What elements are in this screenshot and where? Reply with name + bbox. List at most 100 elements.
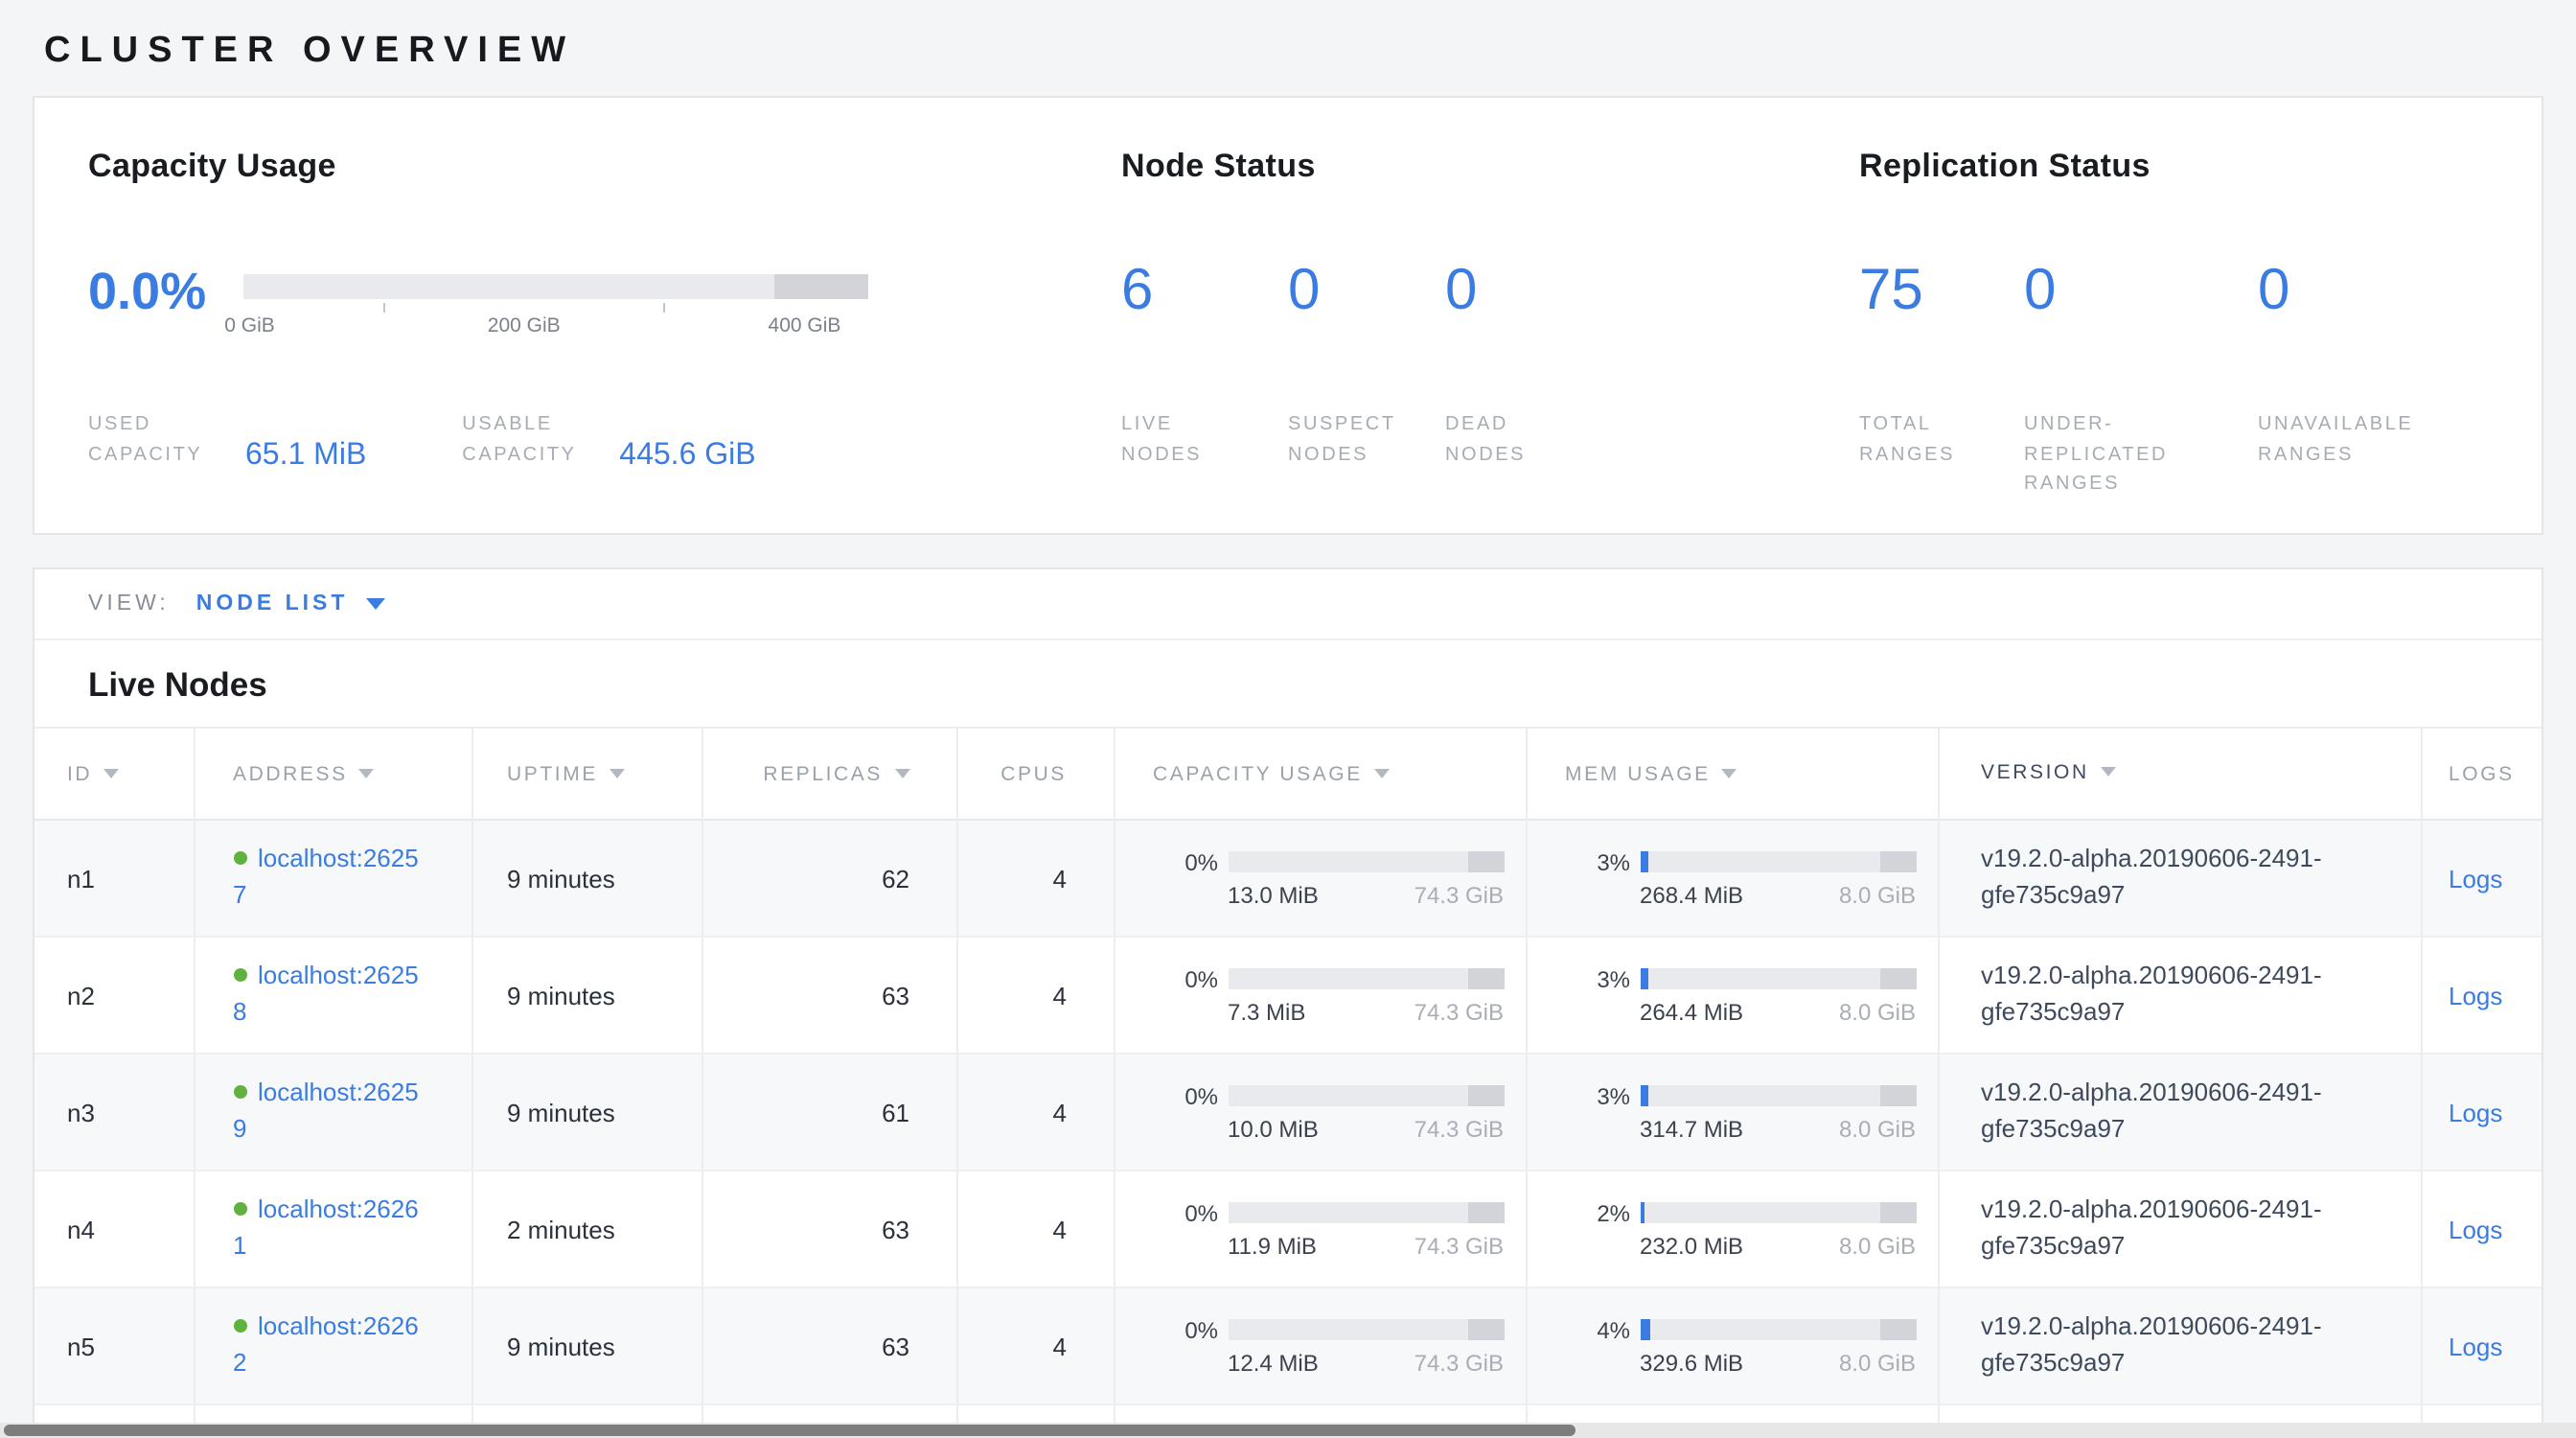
node-logs-cell: Logs <box>2421 1171 2542 1287</box>
node-cpus-cell: 4 <box>956 1054 1114 1171</box>
memory-percent-label: 3% <box>1565 1082 1630 1109</box>
capacity-meter-reserved <box>1468 1085 1504 1106</box>
replication-status-section: Replication Status 75 TOTAL RANGES 0 UND… <box>1859 148 2488 533</box>
capacity-percent-label: 0% <box>1153 1199 1218 1226</box>
table-row: n3 localhost:26259 9 minutes 61 4 0% 10.… <box>34 1054 2542 1171</box>
usable-capacity-value: 445.6 GiB <box>619 439 755 474</box>
stat-dead-nodes: 0 DEAD NODES <box>1445 263 1637 470</box>
view-selector-dropdown[interactable]: NODE LIST <box>196 592 385 615</box>
node-capacity-usage-cell: 0% 13.0 MiB 74.3 GiB <box>1114 820 1526 937</box>
node-address-link[interactable]: localhost:26262 <box>233 1311 419 1377</box>
capacity-percent: 0.0% <box>88 263 243 320</box>
memory-meter-fill <box>1640 1085 1648 1106</box>
stat-suspect-nodes: 0 SUSPECT NODES <box>1288 263 1445 470</box>
logs-link[interactable]: Logs <box>2449 1098 2502 1126</box>
memory-max-value: 8.0 GiB <box>1839 1115 1916 1142</box>
capacity-meter: 0% <box>1153 965 1523 992</box>
view-label: VIEW: <box>88 592 170 615</box>
usable-capacity-detail: USABLE CAPACITY 445.6 GiB <box>462 410 755 470</box>
memory-meter-bar <box>1640 968 1916 989</box>
memory-meter-reserved <box>1880 1202 1916 1223</box>
memory-meter-bar <box>1640 851 1916 872</box>
memory-meter-fill <box>1640 968 1648 989</box>
column-header-logs: LOGS <box>2421 728 2542 820</box>
column-header-replicas[interactable]: REPLICAS <box>702 728 956 820</box>
nodes-card: VIEW: NODE LIST Live Nodes IDADDRESSUPTI… <box>33 568 2543 1429</box>
node-address-cell: localhost:26257 <box>194 820 472 937</box>
stat-label: LIVE NODES <box>1121 410 1236 470</box>
logs-link[interactable]: Logs <box>2449 864 2502 893</box>
capacity-percent-label: 0% <box>1153 965 1218 992</box>
memory-percent-label: 2% <box>1565 1199 1630 1226</box>
sort-descending-icon <box>2101 767 2116 777</box>
capacity-meter-reserved <box>1468 968 1504 989</box>
node-live-dot-icon <box>233 1085 246 1099</box>
horizontal-scrollbar-thumb[interactable] <box>4 1425 1576 1436</box>
node-address-link[interactable]: localhost:26258 <box>233 961 419 1026</box>
gauge-axis-label: 200 GiB <box>488 314 561 337</box>
node-cpus-cell: 4 <box>956 1171 1114 1287</box>
logs-link[interactable]: Logs <box>2449 1332 2502 1360</box>
node-address-cell: localhost:26258 <box>194 937 472 1054</box>
capacity-percent-label: 0% <box>1153 1082 1218 1109</box>
column-header-label: VERSION <box>1981 761 2089 784</box>
memory-meter: 3% <box>1565 848 1935 875</box>
memory-meter-bar <box>1640 1085 1916 1106</box>
capacity-used-value: 12.4 MiB <box>1228 1349 1319 1376</box>
stat-value: 0 <box>2024 263 2258 320</box>
column-header-id[interactable]: ID <box>34 728 194 820</box>
stat-unavailable-ranges: 0 UNAVAILABLE RANGES <box>2258 263 2488 499</box>
capacity-meter: 0% <box>1153 1199 1523 1226</box>
capacity-gauge-reserved-segment <box>774 274 868 299</box>
capacity-gauge-track <box>243 274 868 299</box>
node-version-cell: v19.2.0-alpha.20190606-2491-gfe735c9a97 <box>1938 1054 2421 1171</box>
column-header-uptime[interactable]: UPTIME <box>472 728 702 820</box>
node-logs-cell: Logs <box>2421 1054 2542 1171</box>
stat-value: 0 <box>1445 263 1637 320</box>
node-mem-usage-cell: 2% 232.0 MiB 8.0 GiB <box>1526 1171 1938 1287</box>
used-capacity-label: USED CAPACITY <box>88 410 222 470</box>
memory-meter-fill <box>1640 1202 1645 1223</box>
column-header-label: CAPACITY USAGE <box>1153 762 1363 785</box>
capacity-meter-reserved <box>1468 1202 1504 1223</box>
node-capacity-usage-cell: 0% 7.3 MiB 74.3 GiB <box>1114 937 1526 1054</box>
stat-value: 0 <box>1288 263 1445 320</box>
memory-max-value: 8.0 GiB <box>1839 1232 1916 1259</box>
logs-link[interactable]: Logs <box>2449 981 2502 1009</box>
stat-under-replicated-ranges: 0 UNDER-REPLICATED RANGES <box>2024 263 2258 499</box>
node-live-dot-icon <box>233 851 246 865</box>
node-logs-cell: Logs <box>2421 820 2542 937</box>
node-logs-cell: Logs <box>2421 937 2542 1054</box>
gauge-axis-label: 400 GiB <box>769 314 841 337</box>
node-address-link[interactable]: localhost:26257 <box>233 844 419 909</box>
column-header-version[interactable]: VERSION <box>1938 728 2421 820</box>
node-address-cell: localhost:26262 <box>194 1287 472 1404</box>
capacity-meter-bar <box>1228 1319 1504 1340</box>
node-version-cell: v19.2.0-alpha.20190606-2491-gfe735c9a97 <box>1938 1171 2421 1287</box>
node-replicas-cell: 63 <box>702 1171 956 1287</box>
node-address-link[interactable]: localhost:26259 <box>233 1078 419 1143</box>
memory-meter-bar <box>1640 1319 1916 1340</box>
logs-link[interactable]: Logs <box>2449 1215 2502 1243</box>
capacity-meter-bar <box>1228 1085 1504 1106</box>
column-header-address[interactable]: ADDRESS <box>194 728 472 820</box>
node-address-link[interactable]: localhost:26261 <box>233 1194 419 1260</box>
column-header-capacity-usage[interactable]: CAPACITY USAGE <box>1114 728 1526 820</box>
column-header-label: UPTIME <box>507 762 598 785</box>
capacity-max-value: 74.3 GiB <box>1414 1115 1504 1142</box>
horizontal-scrollbar <box>0 1423 2576 1438</box>
node-mem-usage-cell: 3% 268.4 MiB 8.0 GiB <box>1526 820 1938 937</box>
memory-percent-label: 3% <box>1565 848 1630 875</box>
node-id-cell: n2 <box>34 937 194 1054</box>
stat-label: TOTAL RANGES <box>1859 410 1974 470</box>
usable-capacity-label: USABLE CAPACITY <box>462 410 596 470</box>
node-uptime-cell: 9 minutes <box>472 820 702 937</box>
memory-max-value: 8.0 GiB <box>1839 881 1916 908</box>
node-live-dot-icon <box>233 968 246 982</box>
stat-label: DEAD NODES <box>1445 410 1560 470</box>
capacity-max-value: 74.3 GiB <box>1414 881 1504 908</box>
memory-meter-bar <box>1640 1202 1916 1223</box>
node-mem-usage-cell: 3% 264.4 MiB 8.0 GiB <box>1526 937 1938 1054</box>
node-cpus-cell: 4 <box>956 820 1114 937</box>
column-header-mem-usage[interactable]: MEM USAGE <box>1526 728 1938 820</box>
